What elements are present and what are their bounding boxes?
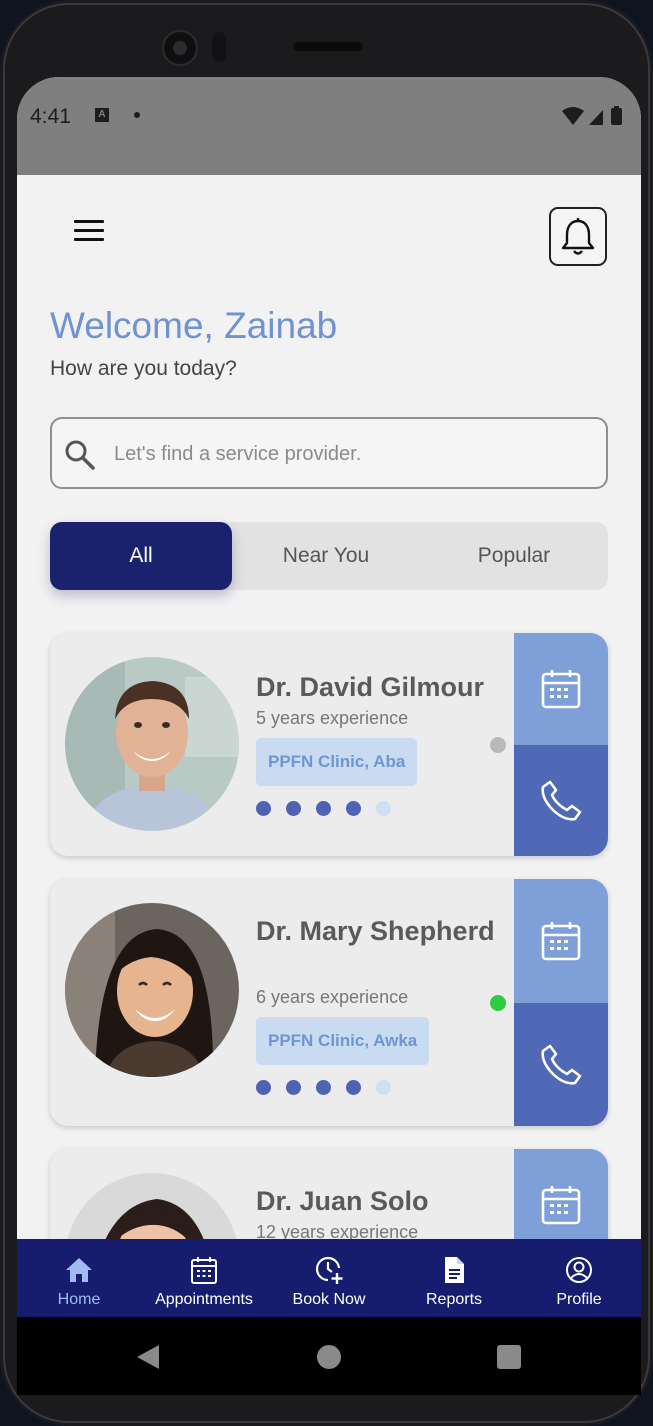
proximity-sensor — [212, 32, 226, 62]
phone-frame: 4:41 A Welcome, Zainab How are you today… — [0, 0, 653, 1426]
doctor-card[interactable]: Dr. Mary Shepherd 6 years experience PPF… — [50, 879, 608, 1126]
bell-icon — [561, 217, 595, 255]
wifi-icon — [562, 107, 584, 125]
system-navigation-bar — [17, 1317, 641, 1395]
calendar-icon — [541, 670, 581, 709]
clock-plus-icon — [316, 1256, 343, 1284]
signal-icon — [589, 110, 603, 125]
book-appointment-button[interactable] — [514, 633, 608, 745]
rating-dot-empty — [376, 1080, 391, 1095]
welcome-title: Welcome, Zainab — [50, 305, 338, 346]
battery-icon — [611, 106, 622, 125]
nav-label: Appointments — [155, 1291, 253, 1308]
search-box[interactable] — [50, 417, 608, 489]
doctor-experience: 6 years experience — [256, 987, 409, 1007]
call-doctor-button[interactable] — [514, 745, 608, 856]
nav-appointments[interactable]: Appointments — [142, 1239, 266, 1317]
online-status-indicator — [490, 995, 506, 1011]
home-icon — [66, 1258, 92, 1282]
rating-dots — [256, 801, 391, 816]
back-icon[interactable] — [137, 1345, 159, 1369]
front-camera — [162, 30, 198, 66]
phone-icon — [541, 1044, 582, 1085]
calendar-icon — [541, 1186, 581, 1225]
doctor-name: Dr. Mary Shepherd — [256, 916, 495, 946]
rating-dot-empty — [376, 801, 391, 816]
rating-dot-filled — [256, 1080, 271, 1095]
rating-dot-filled — [346, 801, 361, 816]
tab-all[interactable]: All — [50, 522, 232, 590]
nav-label: Home — [57, 1291, 101, 1308]
status-dot-icon — [134, 112, 140, 118]
nav-reports[interactable]: Reports — [392, 1239, 516, 1317]
call-doctor-button[interactable] — [514, 1003, 608, 1126]
nav-home[interactable]: Home — [17, 1239, 141, 1317]
tab-near-you[interactable]: Near You — [232, 522, 420, 590]
nav-label: Reports — [425, 1291, 483, 1308]
rating-dot-filled — [316, 1080, 331, 1095]
notifications-button[interactable] — [549, 207, 607, 266]
rating-dot-filled — [316, 801, 331, 816]
clinic-badge: PPFN Clinic, Aba — [256, 738, 418, 786]
home-circle-icon[interactable] — [317, 1345, 341, 1369]
search-input[interactable] — [112, 437, 586, 471]
user-circle-icon — [566, 1257, 592, 1283]
tab-popular[interactable]: Popular — [420, 522, 608, 590]
rating-dot-filled — [286, 801, 301, 816]
phone-icon — [541, 780, 582, 821]
offline-status-indicator — [490, 737, 506, 753]
document-icon — [445, 1257, 464, 1283]
welcome-subtitle: How are you today? — [50, 357, 237, 380]
doctor-name: Dr. Juan Solo — [256, 1186, 429, 1216]
calendar-icon — [541, 922, 581, 961]
doctor-card[interactable]: Dr. David Gilmour 5 years experience PPF… — [50, 633, 608, 856]
doctor-avatar — [65, 903, 239, 1077]
earpiece-speaker — [293, 42, 363, 51]
status-bar: 4:41 A — [17, 77, 641, 175]
nav-profile[interactable]: Profile — [517, 1239, 641, 1317]
doctor-experience: 5 years experience — [256, 708, 409, 728]
calendar-icon — [191, 1257, 217, 1284]
search-icon — [65, 440, 95, 470]
clinic-badge: PPFN Clinic, Awka — [256, 1017, 430, 1065]
nav-label: Book Now — [292, 1291, 366, 1308]
nav-label: Profile — [556, 1291, 602, 1308]
doctor-name: Dr. David Gilmour — [256, 672, 485, 702]
bottom-navigation: Home Appointments Book Now Reports Profi… — [17, 1239, 641, 1317]
status-time: 4:41 — [30, 105, 71, 128]
hamburger-menu-icon[interactable] — [74, 220, 104, 244]
notification-icon: A — [95, 108, 109, 122]
nav-book-now[interactable]: Book Now — [267, 1239, 391, 1317]
status-icons — [561, 105, 631, 132]
rating-dot-filled — [286, 1080, 301, 1095]
rating-dot-filled — [256, 801, 271, 816]
rating-dots — [256, 1080, 391, 1095]
doctor-avatar — [65, 657, 239, 831]
rating-dot-filled — [346, 1080, 361, 1095]
recent-apps-icon[interactable] — [497, 1345, 521, 1369]
app-screen: 4:41 A Welcome, Zainab How are you today… — [17, 77, 641, 1317]
book-appointment-button[interactable] — [514, 879, 608, 1003]
filter-tabs: All Near You Popular — [50, 522, 608, 590]
